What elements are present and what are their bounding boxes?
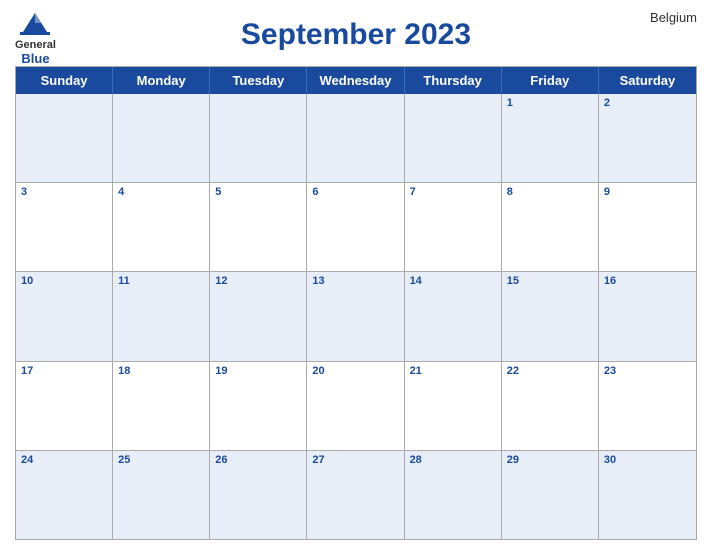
day-cell: 3	[16, 183, 113, 271]
day-number: 30	[604, 454, 691, 466]
day-cell: 9	[599, 183, 696, 271]
week-row-1: 12	[16, 94, 696, 182]
day-number: 16	[604, 275, 691, 287]
day-number: 5	[215, 186, 301, 198]
logo-blue-text: Blue	[21, 51, 49, 66]
day-cell: 2	[599, 94, 696, 182]
day-cell: 30	[599, 451, 696, 539]
day-number: 7	[410, 186, 496, 198]
calendar-grid: SundayMondayTuesdayWednesdayThursdayFrid…	[15, 66, 697, 540]
day-cell: 14	[405, 272, 502, 360]
day-cell: 4	[113, 183, 210, 271]
day-cell: 28	[405, 451, 502, 539]
day-header-wednesday: Wednesday	[307, 67, 404, 94]
day-number: 1	[507, 97, 593, 109]
day-cell: 16	[599, 272, 696, 360]
day-cell: 5	[210, 183, 307, 271]
logo: General Blue	[15, 10, 56, 66]
day-number: 15	[507, 275, 593, 287]
day-header-tuesday: Tuesday	[210, 67, 307, 94]
day-cell: 20	[307, 362, 404, 450]
day-cell	[113, 94, 210, 182]
day-number: 4	[118, 186, 204, 198]
logo-general-text: General	[15, 39, 56, 51]
day-number: 27	[312, 454, 398, 466]
day-number: 28	[410, 454, 496, 466]
day-number: 19	[215, 365, 301, 377]
day-cell: 25	[113, 451, 210, 539]
day-cell: 23	[599, 362, 696, 450]
day-headers-row: SundayMondayTuesdayWednesdayThursdayFrid…	[16, 67, 696, 94]
day-number: 26	[215, 454, 301, 466]
day-cell: 27	[307, 451, 404, 539]
header: General Blue September 2023 Belgium	[15, 10, 697, 60]
day-cell: 17	[16, 362, 113, 450]
day-number: 11	[118, 275, 204, 287]
day-number: 21	[410, 365, 496, 377]
day-cell: 19	[210, 362, 307, 450]
day-number: 22	[507, 365, 593, 377]
day-cell	[210, 94, 307, 182]
week-row-5: 24 25 26 27 28 29 30	[16, 450, 696, 539]
day-number: 6	[312, 186, 398, 198]
day-cell: 11	[113, 272, 210, 360]
day-header-monday: Monday	[113, 67, 210, 94]
day-number: 14	[410, 275, 496, 287]
day-cell: 1	[502, 94, 599, 182]
day-number: 12	[215, 275, 301, 287]
day-number: 23	[604, 365, 691, 377]
week-row-2: 3456789	[16, 182, 696, 271]
day-cell: 26	[210, 451, 307, 539]
day-cell: 29	[502, 451, 599, 539]
calendar-page: General Blue September 2023 Belgium Sund…	[0, 0, 712, 550]
day-number: 18	[118, 365, 204, 377]
day-header-saturday: Saturday	[599, 67, 696, 94]
day-cell: 6	[307, 183, 404, 271]
day-cell	[405, 94, 502, 182]
day-number: 13	[312, 275, 398, 287]
day-cell: 15	[502, 272, 599, 360]
day-number: 3	[21, 186, 107, 198]
day-cell: 22	[502, 362, 599, 450]
day-cell: 8	[502, 183, 599, 271]
week-row-3: 10 11 12 13 14 15 16	[16, 271, 696, 360]
day-number: 24	[21, 454, 107, 466]
weeks-container: 1234567891011121314151617181920212223242…	[16, 94, 696, 539]
calendar-title: September 2023	[241, 18, 471, 52]
day-cell: 24	[16, 451, 113, 539]
day-number: 29	[507, 454, 593, 466]
day-header-friday: Friday	[502, 67, 599, 94]
day-cell: 21	[405, 362, 502, 450]
day-header-thursday: Thursday	[405, 67, 502, 94]
day-cell	[16, 94, 113, 182]
country-label: Belgium	[650, 10, 697, 25]
day-cell: 12	[210, 272, 307, 360]
day-number: 17	[21, 365, 107, 377]
day-number: 10	[21, 275, 107, 287]
day-cell	[307, 94, 404, 182]
day-number: 2	[604, 97, 691, 109]
day-cell: 18	[113, 362, 210, 450]
day-cell: 13	[307, 272, 404, 360]
day-number: 20	[312, 365, 398, 377]
week-row-4: 17 18 19 20 21 22 23	[16, 361, 696, 450]
day-number: 8	[507, 186, 593, 198]
day-number: 9	[604, 186, 691, 198]
day-cell: 7	[405, 183, 502, 271]
day-header-sunday: Sunday	[16, 67, 113, 94]
logo-icon	[17, 10, 53, 38]
day-cell: 10	[16, 272, 113, 360]
day-number: 25	[118, 454, 204, 466]
